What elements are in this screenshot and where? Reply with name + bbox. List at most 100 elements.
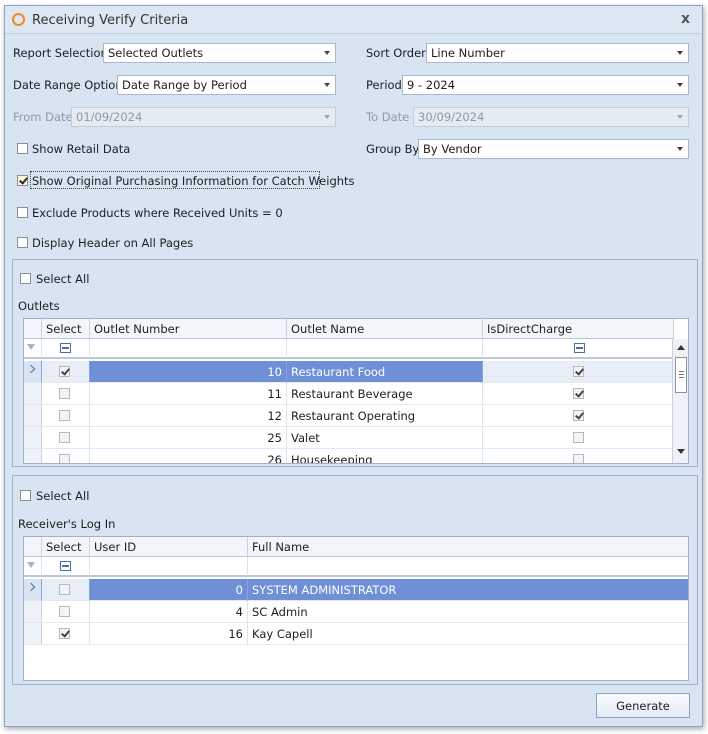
generate-button[interactable]: Generate	[596, 693, 690, 718]
isdirectcharge-cell[interactable]	[483, 427, 674, 449]
row-select-checkbox[interactable]	[59, 628, 70, 639]
row-select-checkbox[interactable]	[59, 454, 70, 463]
row-indicator	[24, 361, 42, 383]
filter-outlet-number-cell[interactable]	[90, 339, 287, 359]
row-indicator	[24, 601, 42, 623]
column-header-select[interactable]: Select	[42, 319, 90, 339]
date-range-option-value: Date Range by Period	[122, 78, 247, 92]
show-original-label[interactable]: Show Original Purchasing Information for…	[32, 174, 355, 188]
row-indicator	[24, 405, 42, 427]
chevron-down-icon[interactable]	[324, 51, 330, 55]
row-indicator	[24, 579, 42, 601]
select-cell[interactable]	[42, 427, 90, 449]
outlet-name-cell: Restaurant Beverage	[287, 383, 483, 405]
row-select-checkbox[interactable]	[59, 584, 70, 595]
filter-full-name-cell[interactable]	[248, 557, 688, 577]
scroll-down-icon[interactable]	[677, 449, 685, 454]
row-select-checkbox[interactable]	[59, 432, 70, 443]
isdirectcharge-cell[interactable]	[483, 405, 674, 427]
row-select-checkbox[interactable]	[59, 366, 70, 377]
outlet-number-cell: 11	[90, 383, 287, 405]
isdirectcharge-cell[interactable]	[483, 383, 674, 405]
outlets-select-all-checkbox[interactable]	[20, 273, 31, 284]
from-date-label: From Date	[13, 110, 73, 124]
column-header-isdirectcharge[interactable]: IsDirectCharge	[483, 319, 674, 339]
receivers-grid: Select User ID Full Name 0 SYSTEM ADMINI…	[23, 536, 689, 681]
row-direct-checkbox[interactable]	[573, 388, 584, 399]
select-cell[interactable]	[42, 579, 90, 601]
outlets-title: Outlets	[18, 299, 60, 313]
close-icon[interactable]: x	[681, 11, 690, 27]
indeterminate-checkbox-icon[interactable]	[60, 343, 71, 353]
date-range-option-combo[interactable]: Date Range by Period	[117, 75, 336, 95]
chevron-down-icon[interactable]	[677, 51, 683, 55]
scroll-up-icon[interactable]	[677, 345, 685, 350]
group-by-combo[interactable]: By Vendor	[418, 139, 689, 159]
row-direct-checkbox[interactable]	[573, 410, 584, 421]
exclude-products-label[interactable]: Exclude Products where Received Units = …	[32, 206, 283, 220]
table-row[interactable]: 25 Valet	[24, 427, 674, 449]
filter-icon[interactable]	[27, 562, 35, 571]
table-row[interactable]: 12 Restaurant Operating	[24, 405, 674, 427]
chevron-down-icon[interactable]	[677, 83, 683, 87]
filter-select-cell[interactable]	[42, 339, 90, 359]
filter-user-id-cell[interactable]	[90, 557, 248, 577]
chevron-down-icon[interactable]	[677, 147, 683, 151]
column-header-full-name[interactable]: Full Name	[248, 537, 688, 557]
isdirectcharge-cell[interactable]	[483, 361, 674, 383]
row-select-checkbox[interactable]	[59, 606, 70, 617]
sort-order-combo[interactable]: Line Number	[426, 43, 689, 63]
filter-select-cell[interactable]	[42, 557, 90, 577]
filter-icon[interactable]	[27, 344, 35, 353]
row-select-checkbox[interactable]	[59, 388, 70, 399]
select-cell[interactable]	[42, 405, 90, 427]
to-date-value: 30/09/2024	[418, 110, 485, 124]
table-row[interactable]: 26 Housekeeping	[24, 449, 674, 463]
display-header-checkbox[interactable]	[17, 237, 28, 248]
row-direct-checkbox[interactable]	[573, 432, 584, 443]
chevron-down-icon[interactable]	[324, 83, 330, 87]
scroll-thumb[interactable]	[675, 357, 687, 393]
select-cell[interactable]	[42, 361, 90, 383]
select-cell[interactable]	[42, 601, 90, 623]
table-row[interactable]: 0 SYSTEM ADMINISTRATOR	[24, 579, 688, 601]
row-direct-checkbox[interactable]	[573, 454, 584, 463]
outlet-name-cell: Restaurant Food	[287, 361, 483, 383]
select-cell[interactable]	[42, 623, 90, 645]
filter-outlet-name-cell[interactable]	[287, 339, 483, 359]
row-select-checkbox[interactable]	[59, 410, 70, 421]
user-id-cell: 4	[90, 601, 248, 623]
table-row[interactable]: 10 Restaurant Food	[24, 361, 674, 383]
exclude-products-checkbox[interactable]	[17, 207, 28, 218]
receivers-select-all-checkbox[interactable]	[20, 490, 31, 501]
receivers-select-all-label[interactable]: Select All	[36, 489, 89, 503]
row-indicator	[24, 623, 42, 645]
chevron-right-icon	[26, 582, 36, 592]
show-retail-checkbox[interactable]	[17, 143, 28, 154]
report-selection-combo[interactable]: Selected Outlets	[103, 43, 336, 63]
table-row[interactable]: 4 SC Admin	[24, 601, 688, 623]
table-row[interactable]: 16 Kay Capell	[24, 623, 688, 645]
column-header-select[interactable]: Select	[42, 537, 90, 557]
indeterminate-checkbox-icon[interactable]	[60, 561, 71, 571]
table-row[interactable]: 11 Restaurant Beverage	[24, 383, 674, 405]
filter-isdirectcharge-cell[interactable]	[483, 339, 674, 359]
select-cell[interactable]	[42, 449, 90, 463]
show-retail-label[interactable]: Show Retail Data	[32, 142, 130, 156]
period-combo[interactable]: 9 - 2024	[402, 75, 689, 95]
outlets-panel: Select All Outlets Select Outlet Number …	[12, 259, 698, 467]
row-direct-checkbox[interactable]	[573, 366, 584, 377]
indeterminate-checkbox-icon[interactable]	[574, 343, 585, 353]
show-original-checkbox[interactable]	[17, 175, 28, 186]
chevron-right-icon	[26, 364, 36, 374]
display-header-label[interactable]: Display Header on All Pages	[32, 236, 193, 250]
isdirectcharge-cell[interactable]	[483, 449, 674, 463]
outlets-vertical-scrollbar[interactable]	[672, 339, 688, 463]
column-header-user-id[interactable]: User ID	[90, 537, 248, 557]
column-header-outlet-name[interactable]: Outlet Name	[287, 319, 483, 339]
outlets-select-all-label[interactable]: Select All	[36, 272, 89, 286]
date-range-option-label: Date Range Option	[13, 78, 123, 92]
outlet-number-cell: 12	[90, 405, 287, 427]
select-cell[interactable]	[42, 383, 90, 405]
column-header-outlet-number[interactable]: Outlet Number	[90, 319, 287, 339]
